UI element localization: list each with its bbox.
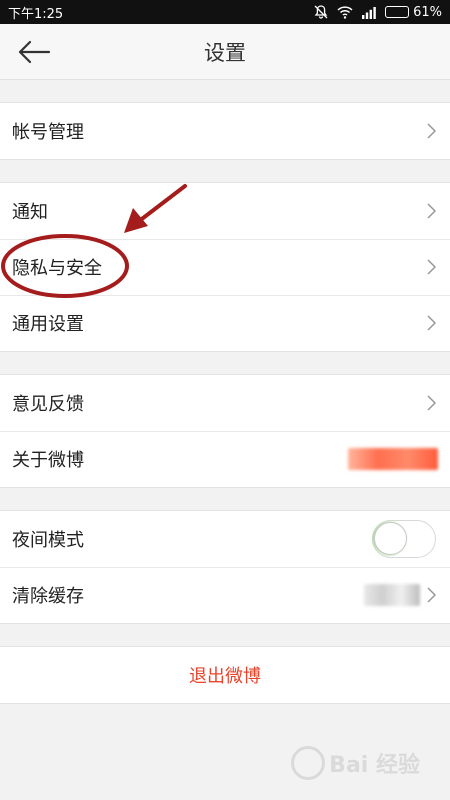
row-label: 关于微博 — [12, 450, 84, 471]
header: 设置 — [0, 24, 450, 80]
row-label: 通用设置 — [12, 314, 84, 335]
watermark-text: Bai 经验 — [329, 753, 420, 778]
logout-group: 退出微博 — [0, 646, 450, 704]
row-label: 意见反馈 — [12, 394, 84, 415]
page-title: 设置 — [204, 40, 246, 65]
chevron-right-icon — [427, 203, 437, 219]
redacted-version-badge — [348, 448, 438, 470]
row-label: 帐号管理 — [12, 122, 84, 143]
row-feedback[interactable]: 意见反馈 — [0, 375, 450, 431]
logout-button[interactable]: 退出微博 — [0, 647, 450, 703]
redacted-cache-size — [364, 584, 420, 606]
chevron-right-icon — [427, 395, 437, 411]
row-label: 隐私与安全 — [12, 258, 102, 279]
row-label: 清除缓存 — [12, 586, 84, 607]
row-account-management[interactable]: 帐号管理 — [0, 103, 450, 159]
settings-group-general: 通知 隐私与安全 通用设置 — [0, 182, 450, 352]
battery-indicator: 61% — [385, 5, 442, 20]
watermark: Bai 经验 — [291, 746, 420, 780]
back-arrow-icon — [18, 40, 51, 64]
signal-icon — [361, 6, 377, 19]
battery-icon — [385, 6, 410, 18]
row-night-mode: 夜间模式 — [0, 511, 450, 567]
paw-icon — [291, 746, 326, 780]
settings-group-account: 帐号管理 — [0, 102, 450, 160]
row-clear-cache[interactable]: 清除缓存 — [0, 567, 450, 623]
chevron-right-icon — [427, 587, 437, 603]
settings-group-display: 夜间模式 清除缓存 — [0, 510, 450, 624]
chevron-right-icon — [427, 315, 437, 331]
settings-group-about: 意见反馈 关于微博 — [0, 374, 450, 488]
row-notifications[interactable]: 通知 — [0, 183, 450, 239]
row-right — [364, 584, 438, 606]
status-bar: 下午1:25 61% — [0, 0, 450, 24]
bell-muted-icon — [313, 4, 329, 20]
row-right — [348, 448, 438, 470]
toggle-knob — [374, 522, 407, 555]
logout-label: 退出微博 — [189, 666, 261, 687]
row-privacy-security[interactable]: 隐私与安全 — [0, 239, 450, 295]
battery-percent: 61% — [413, 4, 442, 20]
row-label: 通知 — [12, 202, 48, 223]
night-mode-toggle[interactable] — [372, 520, 436, 558]
chevron-right-icon — [427, 123, 437, 139]
chevron-right-icon — [427, 259, 437, 275]
back-button[interactable] — [14, 34, 54, 70]
status-icons: 61% — [313, 4, 442, 20]
wifi-icon — [337, 5, 353, 19]
row-general-settings[interactable]: 通用设置 — [0, 295, 450, 351]
row-label: 夜间模式 — [12, 530, 84, 551]
row-about-weibo[interactable]: 关于微博 — [0, 431, 450, 487]
status-time: 下午1:25 — [8, 6, 64, 22]
